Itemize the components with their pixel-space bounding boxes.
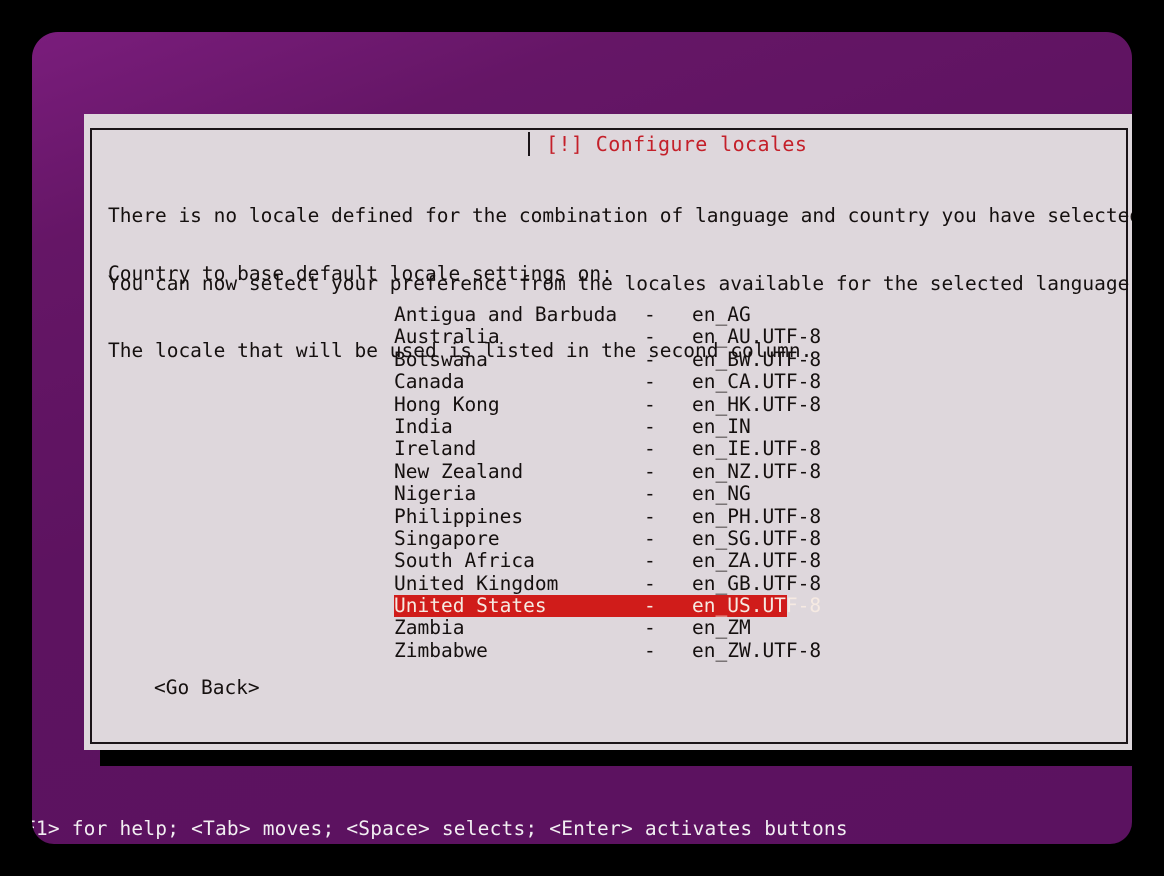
locale-row[interactable]: Antigua and Barbuda - en_AG <box>394 303 814 326</box>
locale-row[interactable]: India - en_IN <box>394 414 814 438</box>
terminal-window: [!] Configure locales There is no locale… <box>32 32 1132 844</box>
locale-row[interactable]: South Africa - en_ZA.UTF-8 <box>394 549 821 573</box>
locale-row[interactable]: New Zealand - en_NZ.UTF-8 <box>394 459 821 483</box>
titlebar-tick-left <box>528 132 530 156</box>
locale-code: en_BW.UTF-8 <box>692 347 822 371</box>
locale-row[interactable]: Zimbabwe - en_ZW.UTF-8 <box>394 638 821 662</box>
locale-code: en_AG <box>692 303 751 326</box>
locale-separator: - <box>644 370 656 394</box>
locale-separator: - <box>644 549 656 573</box>
locale-separator: - <box>644 437 656 461</box>
locale-country: Australia <box>394 325 500 349</box>
locale-row[interactable]: Nigeria - en_NG <box>394 482 814 506</box>
locale-separator: - <box>644 638 656 662</box>
locale-country: Canada <box>394 370 465 394</box>
description-line-1: There is no locale defined for the combi… <box>108 204 1132 227</box>
locale-separator: - <box>644 504 656 528</box>
locale-country: Antigua and Barbuda <box>394 303 618 326</box>
locale-country: Ireland <box>394 437 477 461</box>
locale-separator: - <box>644 571 656 595</box>
locale-code: en_NZ.UTF-8 <box>692 459 822 483</box>
titlebar-tick-right <box>808 132 810 156</box>
locale-row[interactable]: Ireland - en_IE.UTF-8 <box>394 437 821 461</box>
locale-separator: - <box>644 526 656 550</box>
locale-country: Botswana <box>394 347 488 371</box>
locale-code: en_ZW.UTF-8 <box>692 638 822 662</box>
locale-row[interactable]: Canada - en_CA.UTF-8 <box>394 370 821 394</box>
locale-separator: - <box>644 482 656 506</box>
locale-code: en_SG.UTF-8 <box>692 526 822 550</box>
locale-code: en_GB.UTF-8 <box>692 571 822 595</box>
locale-code: en_NG <box>692 482 751 506</box>
locale-code: en_ZM <box>692 616 751 640</box>
help-status-text: <F1> for help; <Tab> moves; <Space> sele… <box>32 817 848 840</box>
locale-separator: - <box>644 459 656 483</box>
locale-code: en_IN <box>692 414 751 438</box>
locale-row[interactable]: Singapore - en_SG.UTF-8 <box>394 526 821 550</box>
dialog-frame: [!] Configure locales There is no locale… <box>90 128 1132 744</box>
locale-country: Zimbabwe <box>394 638 488 662</box>
locale-code: en_US.UTF-8 <box>692 594 822 618</box>
locale-separator: - <box>644 347 656 371</box>
locale-row[interactable]: Botswana - en_BW.UTF-8 <box>394 347 821 371</box>
locale-row[interactable]: Hong Kong - en_HK.UTF-8 <box>394 392 821 416</box>
locale-list[interactable]: Antigua and Barbuda - en_AG Australia - en_AU… <box>394 303 821 662</box>
locale-row-selected[interactable]: United States - en_US.UTF-8 <box>394 594 821 618</box>
locale-code: en_PH.UTF-8 <box>692 504 822 528</box>
locale-country: Philippines <box>394 504 524 528</box>
locale-row[interactable]: United Kingdom - en_GB.UTF-8 <box>394 571 821 595</box>
go-back-button[interactable]: <Go Back> <box>154 676 260 700</box>
locale-code: en_HK.UTF-8 <box>692 392 822 416</box>
locale-row[interactable]: Zambia - en_ZM <box>394 616 814 640</box>
dialog-titlebar: [!] Configure locales <box>92 130 1132 160</box>
locale-separator: - <box>644 414 656 438</box>
locale-country: New Zealand <box>394 459 524 483</box>
help-status-bar: <F1> for help; <Tab> moves; <Space> sele… <box>32 814 1132 844</box>
locale-country: India <box>394 414 453 438</box>
locale-code: en_CA.UTF-8 <box>692 370 822 394</box>
locale-country: United Kingdom <box>394 571 559 595</box>
locale-code: en_ZA.UTF-8 <box>692 549 822 573</box>
configure-locales-dialog: [!] Configure locales There is no locale… <box>84 114 1132 750</box>
locale-row[interactable]: Australia - en_AU.UTF-8 <box>394 325 821 349</box>
dialog-title: [!] Configure locales <box>540 131 814 157</box>
locale-separator: - <box>644 616 656 640</box>
locale-separator: - <box>644 303 656 326</box>
locale-code: en_AU.UTF-8 <box>692 325 822 349</box>
locale-separator: - <box>644 594 656 618</box>
locale-country: Nigeria <box>394 482 477 506</box>
locale-country: Hong Kong <box>394 392 500 416</box>
locale-country: Singapore <box>394 526 500 550</box>
locale-separator: - <box>644 325 656 349</box>
locale-separator: - <box>644 392 656 416</box>
locale-country: Zambia <box>394 616 465 640</box>
locale-code: en_IE.UTF-8 <box>692 437 822 461</box>
locale-row[interactable]: Philippines - en_PH.UTF-8 <box>394 504 821 528</box>
country-prompt-label: Country to base default locale settings … <box>108 262 613 285</box>
locale-country: South Africa <box>394 549 535 573</box>
locale-country: United States <box>394 594 547 618</box>
